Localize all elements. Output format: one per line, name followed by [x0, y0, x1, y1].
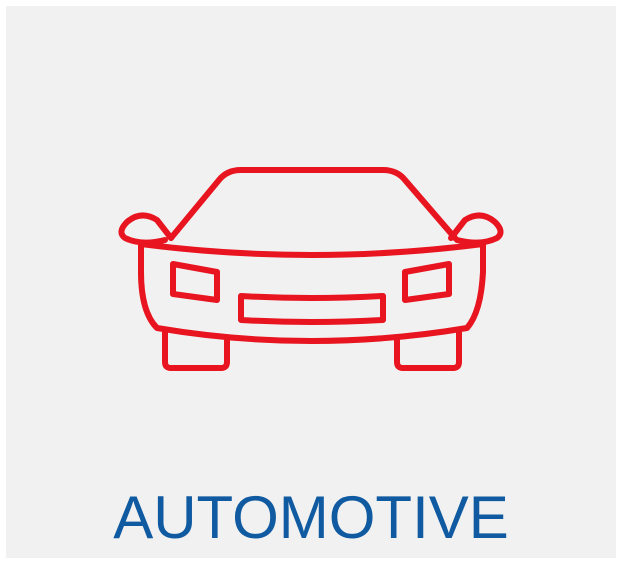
category-label: AUTOMOTIVE [113, 484, 509, 551]
car-front-icon [118, 167, 504, 371]
